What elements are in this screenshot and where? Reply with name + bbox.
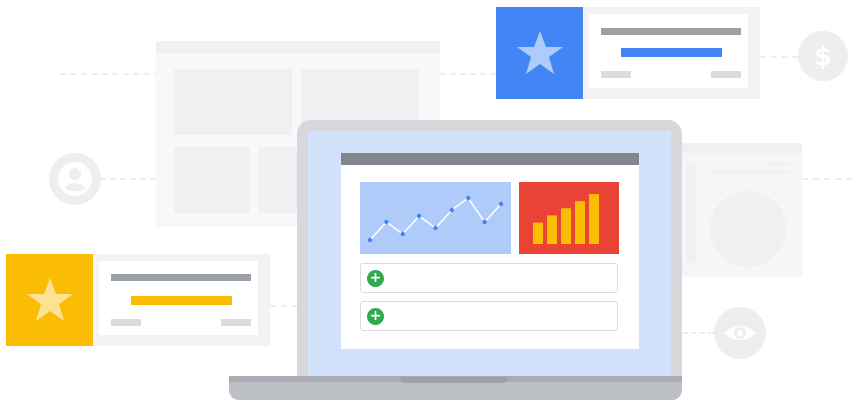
line-chart-graphic <box>367 195 504 243</box>
bar-chart-graphic <box>533 194 599 244</box>
line-point <box>433 225 438 231</box>
connector-line <box>100 178 156 180</box>
line-point <box>416 213 422 219</box>
line-point <box>482 219 487 225</box>
bar <box>589 194 599 244</box>
plus-icon[interactable]: + <box>367 308 384 325</box>
connector-line <box>270 305 298 307</box>
line-chart-tile <box>360 182 511 254</box>
background-profile-panel <box>680 143 802 277</box>
line-point <box>498 201 504 207</box>
laptop-notch <box>400 377 508 383</box>
line-point <box>400 231 405 237</box>
list-row[interactable]: + <box>360 263 618 293</box>
card-footer-line <box>711 71 741 78</box>
connector-line <box>60 73 160 75</box>
card-title-line <box>111 274 251 281</box>
card-footer-line <box>221 319 251 326</box>
connector-line <box>682 332 714 334</box>
eye-icon <box>714 307 766 359</box>
bar <box>561 208 571 244</box>
card-accent-line <box>621 48 722 57</box>
connector-line <box>760 56 798 58</box>
connector-line <box>440 73 496 75</box>
star-tile <box>496 7 583 99</box>
bar <box>533 222 543 244</box>
star-icon <box>516 31 563 74</box>
card-title-line <box>601 28 741 35</box>
window-title-bar <box>341 153 639 165</box>
user-icon <box>49 153 101 205</box>
line-point <box>466 195 471 201</box>
line-point <box>449 207 455 213</box>
star-icon <box>26 278 73 321</box>
bar <box>575 201 585 244</box>
star-tile <box>6 254 93 346</box>
dollar-icon: $ <box>798 31 848 81</box>
blue-star-card <box>496 7 760 99</box>
line-series <box>369 196 502 241</box>
connector-line <box>802 178 852 180</box>
plus-icon[interactable]: + <box>367 270 384 287</box>
card-footer-line <box>111 319 141 326</box>
svg-text:$: $ <box>814 42 832 72</box>
bar <box>547 215 557 244</box>
bar-chart-tile <box>519 182 619 254</box>
line-point <box>384 219 389 225</box>
card-footer-line <box>601 71 631 78</box>
list-row[interactable]: + <box>360 301 618 331</box>
yellow-star-card <box>6 254 270 346</box>
card-accent-line <box>131 296 232 305</box>
line-point <box>367 237 373 243</box>
